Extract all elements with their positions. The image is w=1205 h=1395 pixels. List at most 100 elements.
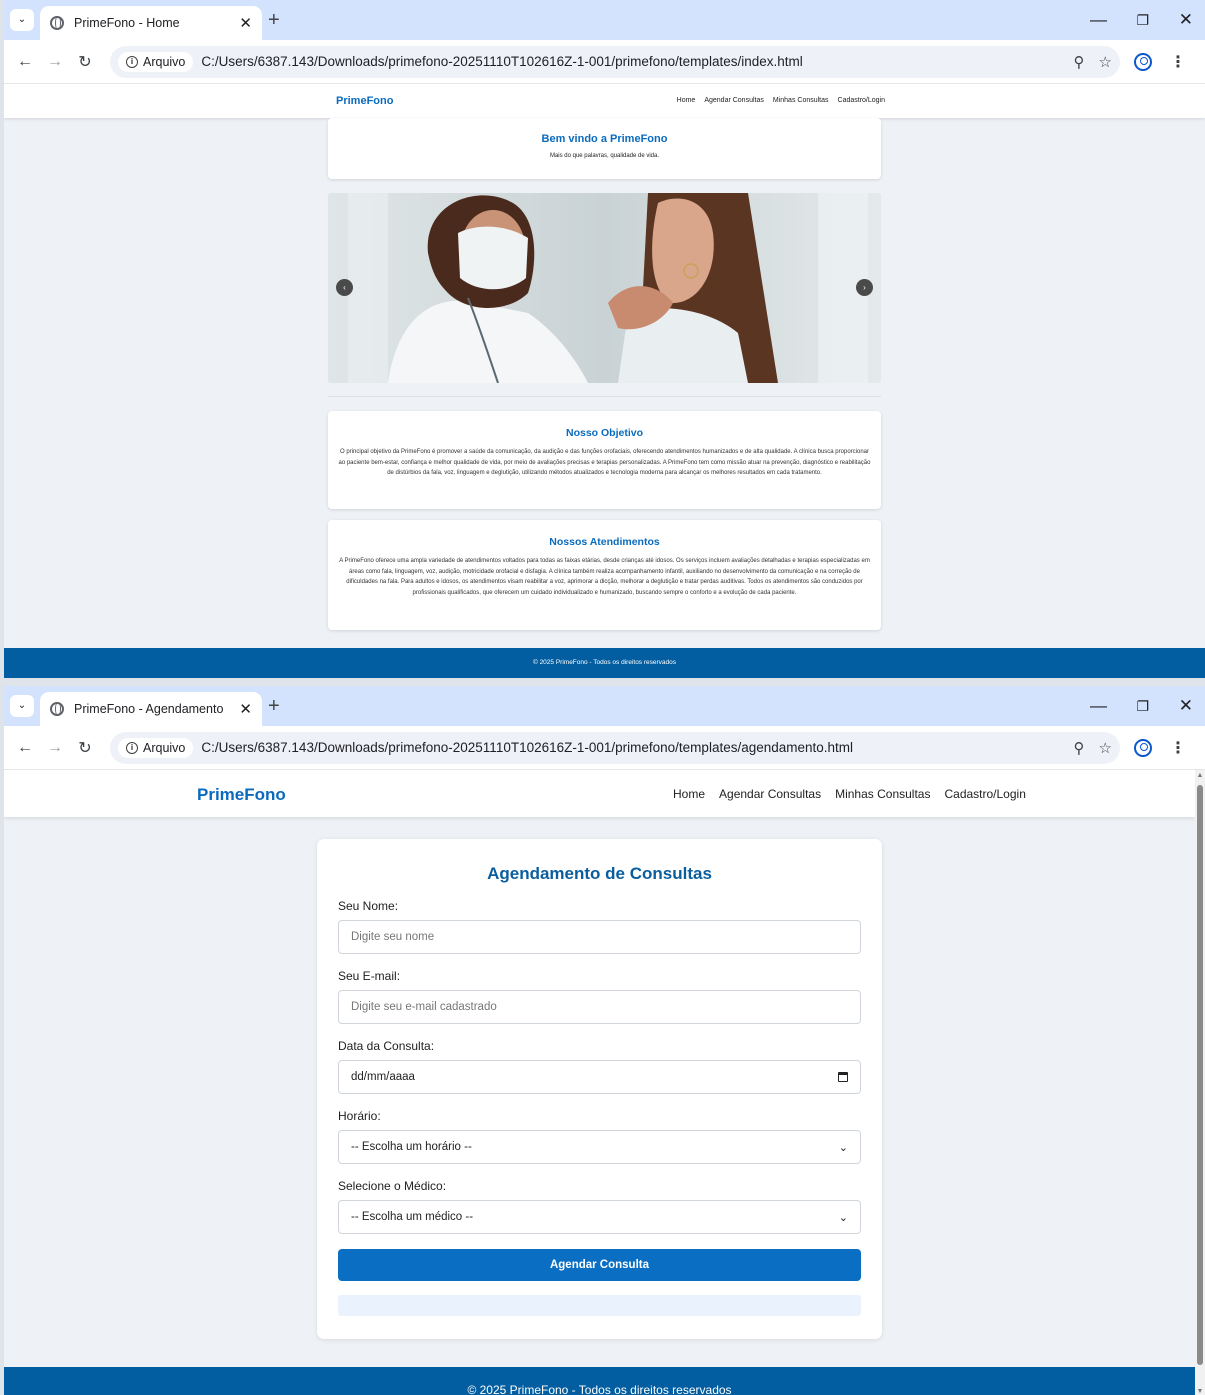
nav-cadastro-login[interactable]: Cadastro/Login xyxy=(838,97,885,104)
atendimentos-text: A PrimeFono oferece uma ampla variedade … xyxy=(339,558,870,596)
welcome-subtitle: Mais do que palavras, qualidade de vida. xyxy=(549,153,660,159)
forward-icon[interactable]: → xyxy=(40,53,70,71)
info-icon: i xyxy=(126,55,138,68)
menu-kebab-icon[interactable]: ⋮ xyxy=(1170,52,1186,72)
carousel-next-button[interactable]: › xyxy=(856,279,873,296)
welcome-title: Bem vindo a PrimeFono xyxy=(541,133,668,145)
browser-toolbar: ← → ↻ i Arquivo C:/Users/6387.143/Downlo… xyxy=(4,40,1205,84)
window-close-icon[interactable]: ✕ xyxy=(1179,9,1193,31)
back-icon[interactable]: ← xyxy=(10,739,40,757)
chip-label: Arquivo xyxy=(143,740,186,755)
profile-icon[interactable] xyxy=(1134,738,1152,757)
nav-agendar[interactable]: Agendar Consultas xyxy=(719,787,821,801)
name-input[interactable]: Digite seu nome xyxy=(338,920,861,954)
zoom-icon[interactable]: ⚲ xyxy=(1074,53,1085,71)
form-title: Agendamento de Consultas xyxy=(487,864,712,883)
tab-close-icon[interactable]: ✕ xyxy=(239,14,252,32)
email-input[interactable]: Digite seu e-mail cadastrado xyxy=(338,990,861,1024)
time-selected: -- Escolha um horário -- xyxy=(351,1141,472,1153)
restore-icon[interactable]: ❐ xyxy=(1136,9,1149,31)
scrollbar-thumb[interactable] xyxy=(1197,785,1203,1365)
calendar-icon[interactable] xyxy=(838,1072,848,1082)
tab-home[interactable]: PrimeFono - Home ✕ xyxy=(40,6,262,40)
site-nav: Home Agendar Consultas Minhas Consultas … xyxy=(673,787,1026,801)
tab-title: PrimeFono - Agendamento xyxy=(74,702,224,716)
atendimentos-title: Nossos Atendimentos xyxy=(549,536,660,548)
url-text[interactable]: C:/Users/6387.143/Downloads/primefono-20… xyxy=(201,740,1059,755)
minimize-icon[interactable]: — xyxy=(1090,695,1107,717)
tab-search-button[interactable]: ⌄ xyxy=(10,695,34,717)
site-nav: Home Agendar Consultas Minhas Consultas … xyxy=(677,97,885,104)
objetivo-card: Nosso Objetivo O principal objetivo da P… xyxy=(328,411,881,509)
page-viewport-home: PrimeFono Home Agendar Consultas Minhas … xyxy=(4,84,1205,678)
tab-search-button[interactable]: ⌄ xyxy=(10,9,34,31)
scroll-up-icon[interactable]: ▲ xyxy=(1195,772,1205,779)
browser-toolbar: ← → ↻ i Arquivo C:/Users/6387.143/Downlo… xyxy=(4,726,1205,770)
chevron-down-icon: ⌄ xyxy=(838,1211,848,1224)
time-select[interactable]: -- Escolha um horário -- ⌄ xyxy=(338,1130,861,1164)
doctor-selected: -- Escolha um médico -- xyxy=(351,1211,474,1223)
new-tab-button[interactable]: + xyxy=(268,9,280,31)
back-icon[interactable]: ← xyxy=(10,53,40,71)
window-close-icon[interactable]: ✕ xyxy=(1179,695,1193,717)
globe-icon xyxy=(50,16,64,30)
zoom-icon[interactable]: ⚲ xyxy=(1074,739,1085,757)
time-label: Horário: xyxy=(338,1109,381,1123)
url-text[interactable]: C:/Users/6387.143/Downloads/primefono-20… xyxy=(201,54,1059,69)
tab-title: PrimeFono - Home xyxy=(74,16,180,30)
browser-window-home: ⌄ PrimeFono - Home ✕ + — ❐ ✕ ← → ↻ i Arq… xyxy=(4,0,1205,678)
form-message-area xyxy=(338,1295,861,1316)
chip-label: Arquivo xyxy=(143,54,186,69)
site-info-chip[interactable]: i Arquivo xyxy=(118,737,194,758)
nav-agendar[interactable]: Agendar Consultas xyxy=(704,97,764,104)
tab-agendamento[interactable]: PrimeFono - Agendamento ✕ xyxy=(40,692,262,726)
scroll-down-icon[interactable]: ▼ xyxy=(1195,1388,1205,1395)
globe-icon xyxy=(50,702,64,716)
page-viewport-agendamento: PrimeFono Home Agendar Consultas Minhas … xyxy=(4,770,1205,1395)
chevron-down-icon: ⌄ xyxy=(838,1141,848,1154)
agendamento-form: Agendamento de Consultas Seu Nome: Digit… xyxy=(317,839,882,1339)
reload-icon[interactable]: ↻ xyxy=(70,52,100,72)
brand-logo[interactable]: PrimeFono xyxy=(197,785,286,805)
address-bar[interactable]: i Arquivo C:/Users/6387.143/Downloads/pr… xyxy=(110,45,1120,78)
minimize-icon[interactable]: — xyxy=(1090,9,1107,31)
nav-minhas-consultas[interactable]: Minhas Consultas xyxy=(835,787,930,801)
site-footer: © 2025 PrimeFono - Todos os direitos res… xyxy=(4,648,1205,678)
page-scrollbar[interactable]: ▲ ▼ xyxy=(1195,770,1205,1395)
bookmark-star-icon[interactable]: ☆ xyxy=(1099,739,1112,757)
browser-window-agendamento: ⌄ PrimeFono - Agendamento ✕ + — ❐ ✕ ← → … xyxy=(4,686,1205,1395)
site-info-chip[interactable]: i Arquivo xyxy=(118,51,194,72)
carousel-prev-button[interactable]: ‹ xyxy=(336,279,353,296)
nav-cadastro-login[interactable]: Cadastro/Login xyxy=(944,787,1025,801)
date-label: Data da Consulta: xyxy=(338,1039,435,1053)
date-input[interactable]: dd/mm/aaaa xyxy=(338,1060,861,1094)
carousel: ‹ › xyxy=(328,193,881,383)
brand-logo[interactable]: PrimeFono xyxy=(336,95,393,107)
nav-minhas-consultas[interactable]: Minhas Consultas xyxy=(773,97,829,104)
email-label: Seu E-mail: xyxy=(338,969,401,983)
site-header: PrimeFono Home Agendar Consultas Minhas … xyxy=(4,770,1195,817)
new-tab-button[interactable]: + xyxy=(268,695,280,717)
email-placeholder: Digite seu e-mail cadastrado xyxy=(351,1001,497,1013)
date-value: dd/mm/aaaa xyxy=(351,1071,415,1083)
nav-home[interactable]: Home xyxy=(677,97,696,104)
nav-home[interactable]: Home xyxy=(673,787,705,801)
forward-icon[interactable]: → xyxy=(40,739,70,757)
doctor-label: Selecione o Médico: xyxy=(338,1179,447,1193)
carousel-photo xyxy=(328,193,881,383)
tab-close-icon[interactable]: ✕ xyxy=(239,700,252,718)
site-footer: © 2025 PrimeFono - Todos os direitos res… xyxy=(4,1367,1195,1395)
site-header: PrimeFono Home Agendar Consultas Minhas … xyxy=(4,84,1205,118)
objetivo-title: Nosso Objetivo xyxy=(565,427,643,439)
profile-icon[interactable] xyxy=(1134,52,1152,71)
restore-icon[interactable]: ❐ xyxy=(1136,695,1149,717)
address-bar[interactable]: i Arquivo C:/Users/6387.143/Downloads/pr… xyxy=(110,731,1120,764)
name-placeholder: Digite seu nome xyxy=(351,931,435,943)
objetivo-text: O principal objetivo da PrimeFono é prom… xyxy=(338,449,871,476)
agendar-consulta-button[interactable]: Agendar Consulta xyxy=(338,1249,861,1281)
menu-kebab-icon[interactable]: ⋮ xyxy=(1170,738,1186,758)
name-label: Seu Nome: xyxy=(338,899,399,913)
doctor-select[interactable]: -- Escolha um médico -- ⌄ xyxy=(338,1200,861,1234)
bookmark-star-icon[interactable]: ☆ xyxy=(1099,53,1112,71)
reload-icon[interactable]: ↻ xyxy=(70,738,100,758)
